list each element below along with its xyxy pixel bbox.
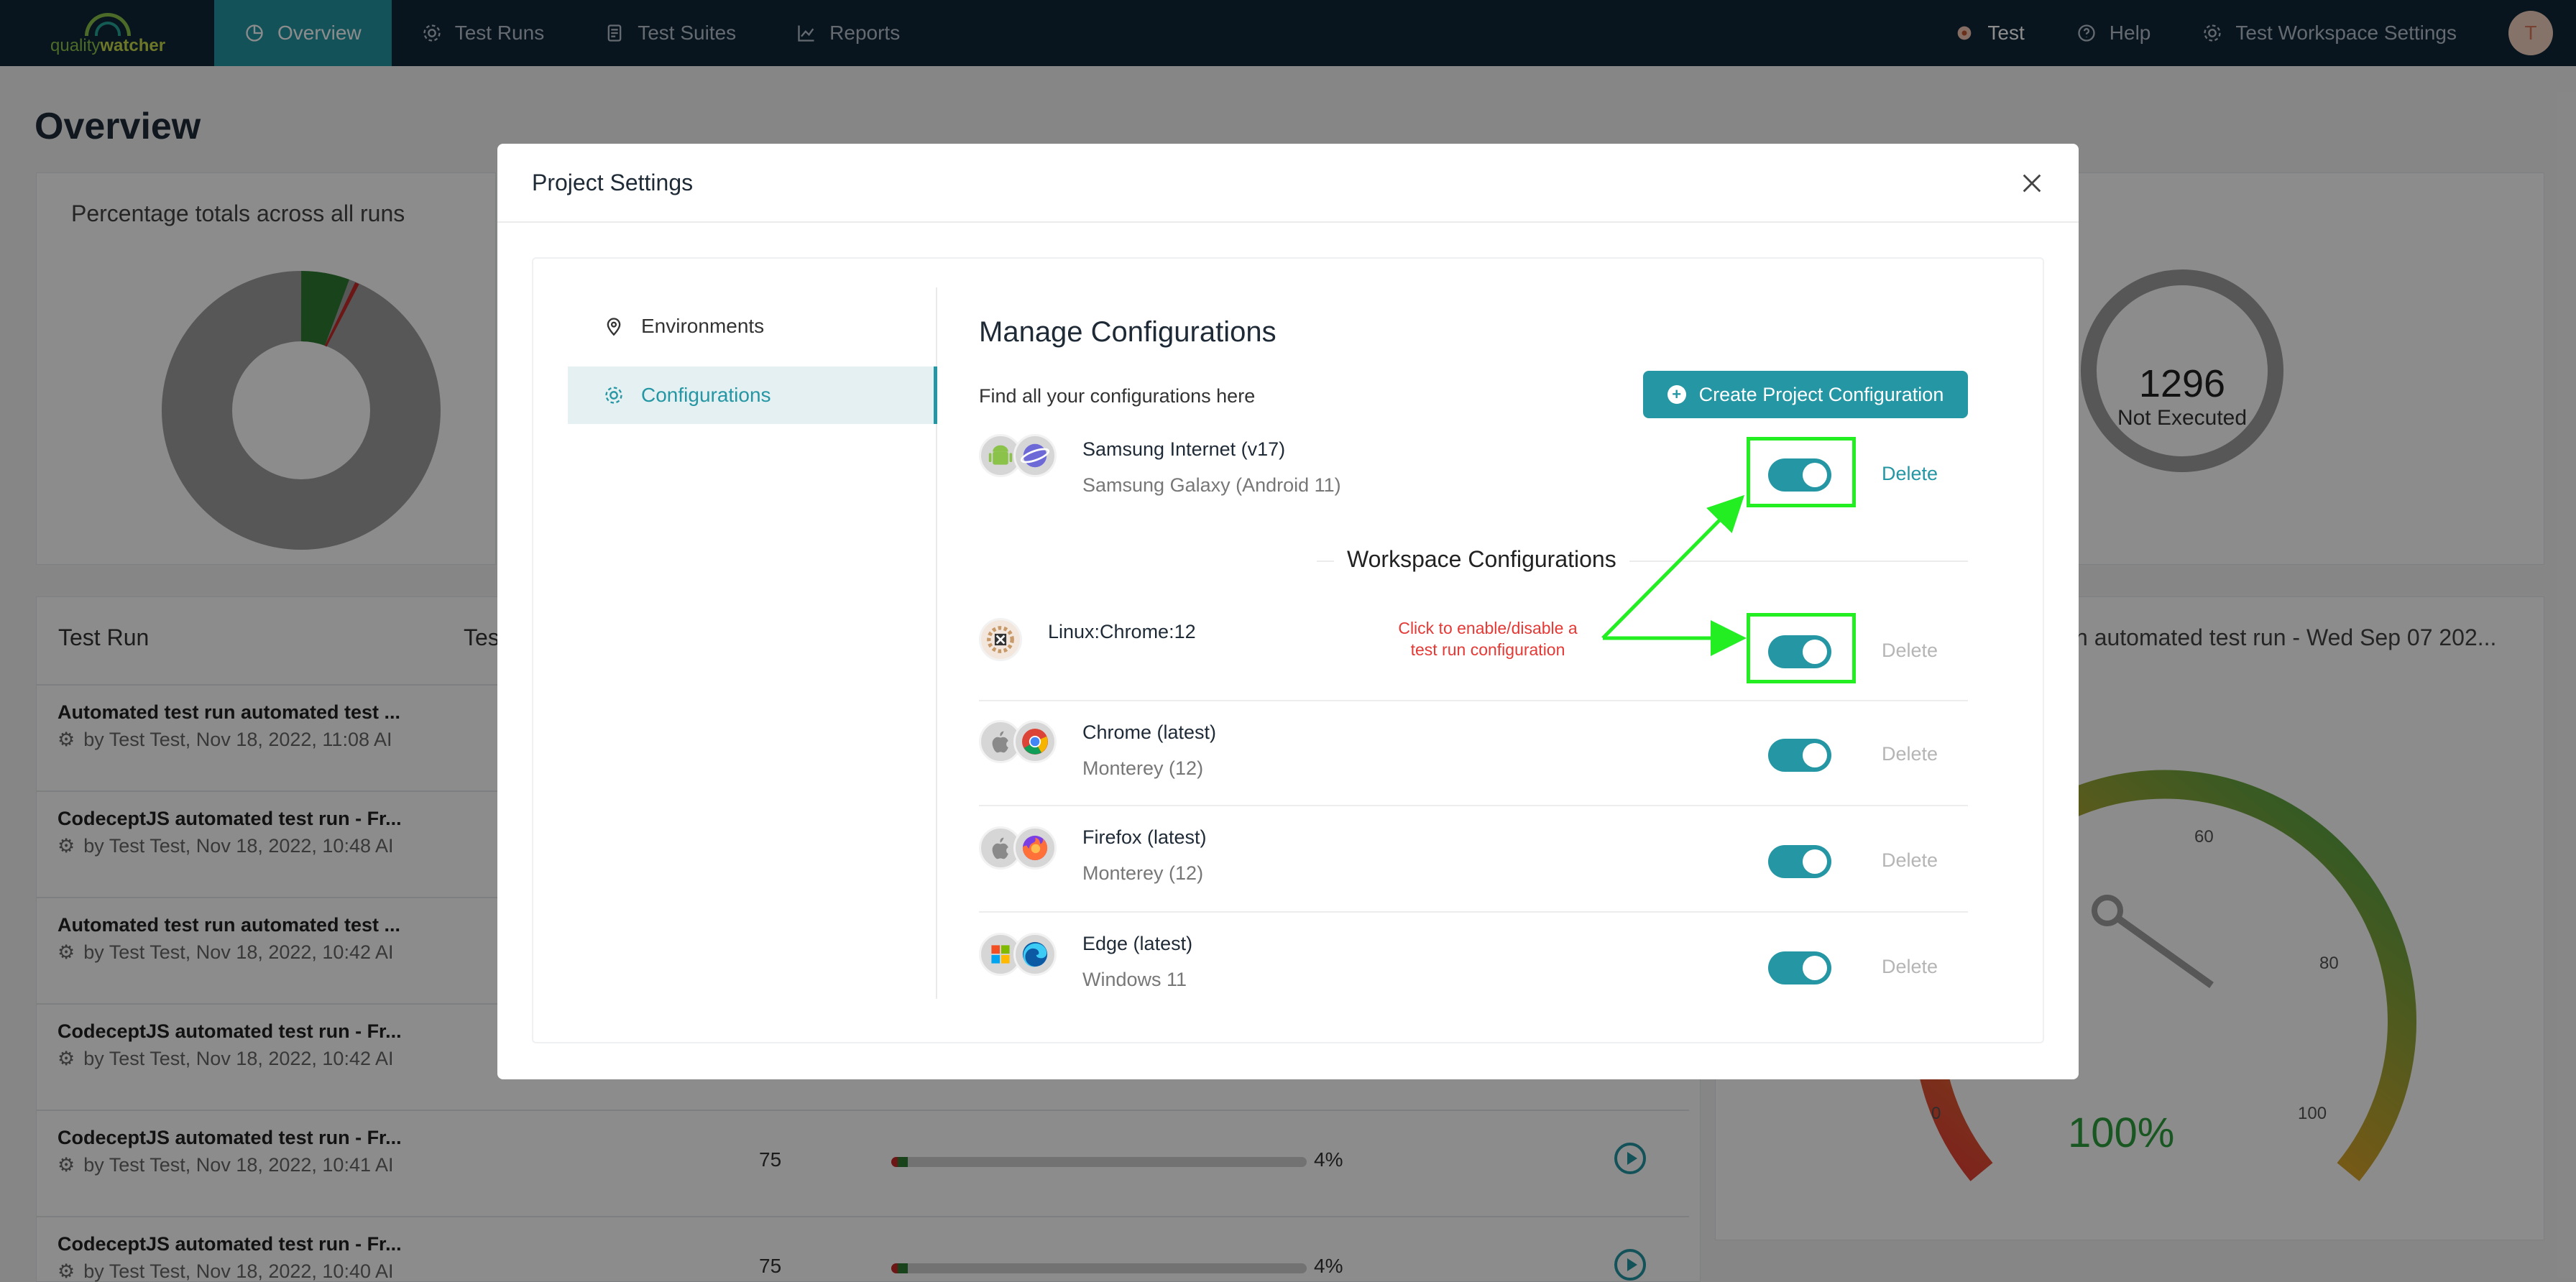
workspace-configurations-title: Workspace Configurations	[1334, 546, 1629, 573]
config-device: Windows 11	[1082, 969, 1187, 990]
config-name: Linux:Chrome:12	[1048, 621, 1196, 642]
config-toggle[interactable]	[1768, 739, 1831, 772]
chrome-icon	[1013, 720, 1057, 763]
config-row-edge: Edge (latest) Windows 11 Delete	[979, 933, 1968, 1019]
button-label: Create Project Configuration	[1698, 383, 1944, 405]
modal-header: Project Settings	[497, 144, 2079, 223]
config-name: Chrome (latest)	[1082, 721, 1217, 743]
plus-icon: +	[1667, 385, 1686, 404]
samsung-internet-icon	[1013, 434, 1057, 477]
delete-button[interactable]: Delete	[1882, 463, 1938, 485]
sidebar-item-label: Environments	[641, 315, 765, 337]
config-name: Firefox (latest)	[1082, 826, 1207, 848]
config-row-firefox: Firefox (latest) Monterey (12) Delete	[979, 826, 1968, 913]
project-settings-modal: Project Settings Environments Configurat…	[497, 144, 2079, 1079]
modal-title: Project Settings	[532, 170, 694, 195]
config-icons	[979, 826, 1065, 872]
config-device: Monterey (12)	[1082, 757, 1204, 779]
manage-configurations-title: Manage Configurations	[979, 316, 1276, 348]
config-icons	[979, 434, 1065, 480]
settings-sidebar: Environments Configurations	[568, 287, 937, 999]
manage-configurations-subtitle: Find all your configurations here	[979, 385, 1256, 407]
config-icons	[979, 720, 1065, 766]
delete-button[interactable]: Delete	[1882, 640, 1938, 662]
config-row-chrome: Chrome (latest) Monterey (12) Delete	[979, 720, 1968, 806]
sidebar-item-label: Configurations	[641, 384, 771, 406]
delete-button[interactable]: Delete	[1882, 849, 1938, 872]
config-toggle[interactable]	[1768, 951, 1831, 984]
annotation-text: Click to enable/disable a test run confi…	[1398, 619, 1578, 659]
firefox-icon	[1013, 826, 1057, 870]
linux-icon	[979, 618, 1022, 661]
location-pin-icon	[607, 318, 621, 336]
config-icons	[979, 933, 1065, 979]
config-toggle[interactable]	[1768, 845, 1831, 878]
sidebar-item-configurations[interactable]: Configurations	[568, 366, 937, 424]
close-icon[interactable]	[2020, 171, 2044, 195]
config-device: Samsung Galaxy (Android 11)	[1082, 474, 1341, 496]
highlight-box	[1747, 613, 1856, 683]
gear-icon	[605, 387, 622, 404]
config-name: Samsung Internet (v17)	[1082, 438, 1286, 460]
sidebar-item-environments[interactable]: Environments	[568, 298, 937, 355]
create-project-configuration-button[interactable]: + Create Project Configuration	[1643, 371, 1968, 418]
edge-icon	[1013, 933, 1057, 976]
delete-button[interactable]: Delete	[1882, 743, 1938, 765]
workspace-configurations-divider: Workspace Configurations	[979, 546, 1968, 575]
config-name: Edge (latest)	[1082, 933, 1193, 954]
delete-button[interactable]: Delete	[1882, 956, 1938, 978]
highlight-box	[1747, 437, 1856, 507]
config-device: Monterey (12)	[1082, 862, 1204, 884]
